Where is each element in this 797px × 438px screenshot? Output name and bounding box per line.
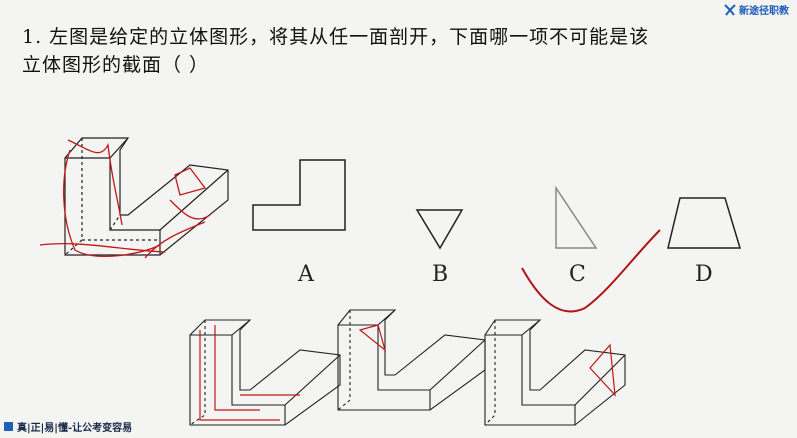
- option-c-shape: [555, 185, 598, 249]
- footer: 真|正|易|懂-让公考变容易: [4, 419, 132, 434]
- bottom-solid-3: [484, 319, 626, 426]
- footer-text: 真|正|易|懂-让公考变容易: [17, 423, 133, 434]
- answer-mark: [521, 229, 661, 313]
- option-d-shape: [667, 197, 742, 249]
- figure-canvas: [39, 137, 742, 426]
- bottom-solid-2: [337, 309, 486, 411]
- option-c-label: C: [569, 262, 586, 287]
- option-a-shape: [252, 159, 346, 231]
- bottom-solid-2-annotation: [358, 324, 387, 352]
- option-a-label: A: [298, 262, 314, 287]
- slide: 1. 左图是给定的立体图形，将其从任一面剖开，下面哪一项不可能是该 立体图形的截…: [0, 0, 797, 438]
- option-b-label: B: [432, 262, 449, 287]
- footer-square-icon: [4, 422, 13, 431]
- bottom-solid-1: [189, 319, 341, 426]
- option-b-shape: [415, 209, 464, 250]
- main-3d-solid: [64, 137, 229, 256]
- option-d-label: D: [695, 262, 713, 287]
